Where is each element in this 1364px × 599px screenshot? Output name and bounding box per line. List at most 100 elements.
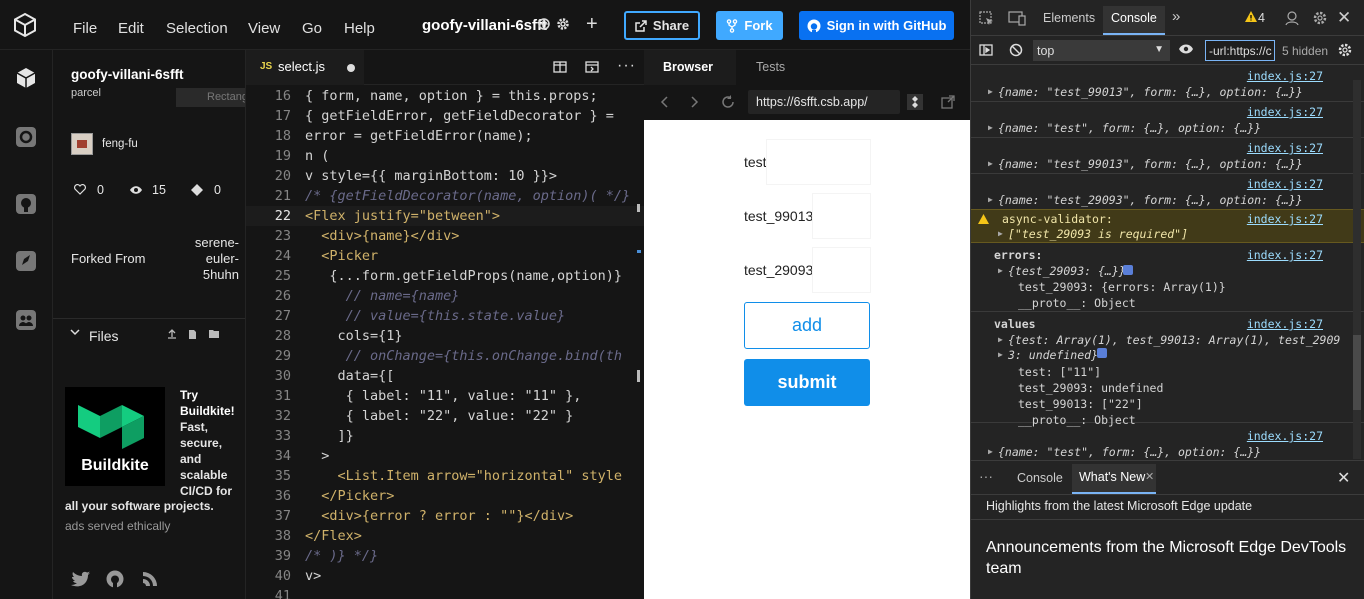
sandbox-info-icon[interactable] <box>13 65 39 91</box>
code-line[interactable]: 19 n ( <box>246 146 644 166</box>
drawer-tab-console[interactable]: Console <box>1017 471 1063 485</box>
source-link[interactable]: index.js:27 <box>1247 105 1323 119</box>
source-link[interactable]: index.js:27 <box>1247 69 1323 83</box>
feedback-icon[interactable] <box>1284 10 1300 26</box>
console-message-errors[interactable]: errors: index.js:27 {test_29093: {…}} te… <box>971 244 1364 312</box>
files-header[interactable]: Files <box>53 318 245 348</box>
console-message[interactable]: index.js:27 {name: "test_29093", form: {… <box>971 176 1364 209</box>
codesandbox-logo-icon[interactable] <box>12 12 38 38</box>
close-devtools-icon[interactable]: ✕ <box>1337 8 1351 28</box>
code-line[interactable]: 24 <Picker <box>246 246 644 266</box>
add-button[interactable]: add <box>744 302 870 349</box>
settings-icon[interactable] <box>13 124 39 150</box>
submit-button[interactable]: submit <box>744 359 870 406</box>
console-message[interactable]: index.js:27 {name: "test", form: {…}, op… <box>971 428 1364 459</box>
warning-count-icon[interactable] <box>1245 11 1257 22</box>
new-folder-icon[interactable] <box>208 329 220 339</box>
code-line[interactable]: 16 { form, name, option } = this.props; <box>246 86 644 106</box>
code-line[interactable]: 33 ]} <box>246 426 644 446</box>
expand-arrow-icon[interactable]: ▶ <box>988 87 993 96</box>
code-line[interactable]: 18 error = getFieldError(name); <box>246 126 644 146</box>
expand-arrow-icon[interactable]: ▶ <box>998 350 1003 359</box>
share-button[interactable]: Share <box>624 11 700 40</box>
gear-icon[interactable] <box>556 17 570 31</box>
drawer-menu-icon[interactable]: ··· <box>979 468 993 484</box>
refresh-icon[interactable] <box>721 95 735 109</box>
code-line[interactable]: 17 { getFieldError, getFieldDecorator } = <box>246 106 644 126</box>
code-line[interactable]: 37 <div>{error ? error : ""}</div> <box>246 506 644 526</box>
code-line[interactable]: 21 /* {getFieldDecorator(name, option)( *… <box>246 186 644 206</box>
info-badge-icon[interactable] <box>1097 348 1107 358</box>
code-line[interactable]: 36 </Picker> <box>246 486 644 506</box>
code-line[interactable]: 26 // name={name} <box>246 286 644 306</box>
expand-arrow-icon[interactable]: ▶ <box>998 229 1003 238</box>
globe-icon[interactable] <box>538 18 550 30</box>
tab-tests[interactable]: Tests <box>756 60 785 74</box>
tab-elements[interactable]: Elements <box>1043 11 1095 25</box>
menu-help[interactable]: Help <box>344 20 375 37</box>
expand-arrow-icon[interactable]: ▶ <box>988 447 993 456</box>
code-line[interactable]: 38 </Flex> <box>246 526 644 546</box>
new-file-icon[interactable] <box>188 329 197 340</box>
sign-in-github-button[interactable]: Sign in with GitHub <box>799 11 954 40</box>
open-devtools-icon[interactable] <box>906 93 924 111</box>
unsaved-dot-icon[interactable] <box>347 64 355 72</box>
console-message[interactable]: index.js:27 {name: "test_99013", form: {… <box>971 140 1364 174</box>
avatar[interactable] <box>71 133 93 155</box>
heart-icon[interactable] <box>74 184 86 195</box>
close-tab-icon[interactable]: ✕ <box>1145 470 1154 483</box>
tab-select-js[interactable]: JS select.js <box>246 50 364 85</box>
code-line[interactable]: 40 v> <box>246 566 644 586</box>
plus-icon[interactable]: + <box>586 13 598 36</box>
github-footer-icon[interactable] <box>106 570 124 588</box>
code-line[interactable]: 22 <Flex justify="between"> <box>246 206 644 226</box>
console-message[interactable]: index.js:27 {name: "test", form: {…}, op… <box>971 104 1364 138</box>
preview-toggle-icon[interactable] <box>585 61 599 73</box>
code-line[interactable]: 20 v style={{ marginBottom: 10 }}> <box>246 166 644 186</box>
source-link[interactable]: index.js:27 <box>1247 141 1323 155</box>
code-line[interactable]: 27 // value={this.state.value} <box>246 306 644 326</box>
expand-arrow-icon[interactable]: ▶ <box>988 159 993 168</box>
tab-browser[interactable]: Browser <box>644 50 736 85</box>
picker-test-29093[interactable] <box>813 248 870 292</box>
console-message-values[interactable]: values index.js:27 {test: Array(1), test… <box>971 313 1364 427</box>
picker-test-99013[interactable] <box>813 194 870 238</box>
more-options-icon[interactable]: ··· <box>617 57 636 75</box>
menu-selection[interactable]: Selection <box>166 20 228 37</box>
hidden-count[interactable]: 5 hidden <box>1282 44 1328 58</box>
context-selector[interactable]: top ▼ <box>1033 40 1170 61</box>
close-drawer-icon[interactable]: ✕ <box>1337 468 1350 488</box>
github-sidebar-icon[interactable] <box>13 191 39 217</box>
device-emulation-icon[interactable] <box>1008 11 1026 26</box>
code-line[interactable]: 39 /* )} */} <box>246 546 644 566</box>
expand-arrow-icon[interactable]: ▶ <box>998 335 1003 344</box>
source-link[interactable]: index.js:27 <box>1247 212 1323 226</box>
author-name[interactable]: feng-fu <box>102 138 138 150</box>
upload-icon[interactable] <box>167 329 177 339</box>
forward-icon[interactable] <box>691 96 699 108</box>
sidebar-toggle-icon[interactable] <box>979 44 993 56</box>
code-line[interactable]: 29 // onChange={this.onChange.bind(th <box>246 346 644 366</box>
source-link[interactable]: index.js:27 <box>1247 177 1323 191</box>
expand-arrow-icon[interactable]: ▶ <box>988 195 993 204</box>
forked-from-link[interactable]: serene- euler- 5huhn <box>165 235 239 283</box>
source-link[interactable]: index.js:27 <box>1247 317 1323 331</box>
twitter-icon[interactable] <box>71 571 91 587</box>
code-line[interactable]: 23 <div>{name}</div> <box>246 226 644 246</box>
sandbox-title[interactable]: goofy-villani-6sfft <box>422 17 547 34</box>
code-line[interactable]: 28 cols={1} <box>246 326 644 346</box>
expand-arrow-icon[interactable]: ▶ <box>988 123 993 132</box>
address-bar[interactable]: https://6sfft.csb.app/ <box>748 90 900 114</box>
split-view-icon[interactable] <box>553 61 567 73</box>
code-line[interactable]: 35 <List.Item arrow="horizontal" style <box>246 466 644 486</box>
live-expression-eye-icon[interactable] <box>1178 44 1194 54</box>
deploy-rocket-icon[interactable] <box>13 248 39 274</box>
code-line[interactable]: 30 data={[ <box>246 366 644 386</box>
expand-arrow-icon[interactable]: ▶ <box>998 266 1003 275</box>
ad-panel[interactable]: Buildkite Try Buildkite! Fast, secure, a… <box>53 374 245 599</box>
console-warning[interactable]: async-validator: index.js:27 ["test_2909… <box>971 209 1364 243</box>
menu-view[interactable]: View <box>248 20 280 37</box>
code-line[interactable]: 34 > <box>246 446 644 466</box>
more-tabs-icon[interactable]: » <box>1172 8 1180 25</box>
code-line[interactable]: 31 { label: "11", value: "11" }, <box>246 386 644 406</box>
